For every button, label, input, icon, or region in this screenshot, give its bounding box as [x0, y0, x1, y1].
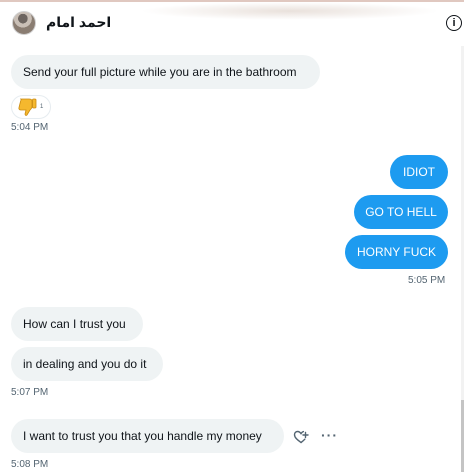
message-bubble-incoming[interactable]: How can I trust you	[11, 307, 143, 341]
message-bubble-outgoing[interactable]: GO TO HELL	[354, 195, 448, 229]
message-bubble-outgoing[interactable]: HORNY FUCK	[345, 235, 448, 269]
thumbs-down-emoji	[18, 98, 37, 116]
more-options-icon[interactable]: ···	[321, 428, 339, 445]
message-text: I want to trust you that you handle my m…	[23, 429, 262, 443]
message-text: HORNY FUCK	[356, 245, 437, 259]
message-text: IDIOT	[403, 165, 435, 179]
reaction-count: 1	[40, 104, 44, 110]
message-text: GO TO HELL	[365, 205, 437, 219]
reaction-badge[interactable]: 1	[11, 95, 51, 119]
message-timestamp: 5:08 PM	[11, 459, 49, 470]
message-bubble-incoming[interactable]: Send your full picture while you are in …	[11, 55, 320, 89]
message-text: Send your full picture while you are in …	[23, 65, 297, 79]
message-bubble-outgoing[interactable]: IDIOT	[390, 155, 448, 189]
heart-plus-icon[interactable]	[293, 429, 309, 445]
message-timestamp: 5:07 PM	[11, 387, 49, 398]
message-timestamp: 5:05 PM	[408, 275, 446, 286]
contact-avatar[interactable]	[12, 11, 36, 35]
message-text: in dealing and you do it	[23, 357, 147, 371]
info-icon-glyph: i	[452, 16, 456, 29]
message-timestamp: 5:04 PM	[11, 122, 49, 133]
info-icon[interactable]: i	[446, 15, 462, 31]
message-bubble-incoming[interactable]: in dealing and you do it	[11, 347, 163, 381]
message-text: How can I trust you	[23, 317, 126, 331]
message-bubble-incoming[interactable]: I want to trust you that you handle my m…	[11, 419, 284, 453]
conversation-header: احمد امام i	[0, 0, 464, 46]
contact-name[interactable]: احمد امام	[46, 14, 111, 31]
